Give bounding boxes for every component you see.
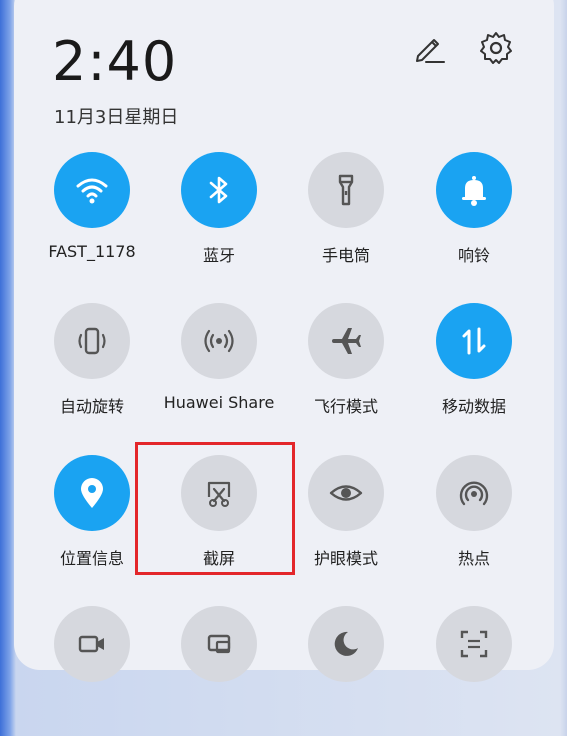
tile-hotspot[interactable]: 热点 (414, 455, 534, 585)
moon-icon (334, 631, 358, 656)
tile-label: FAST_1178 (48, 242, 136, 261)
airplane-icon (332, 328, 361, 354)
bluetooth-toggle[interactable] (181, 152, 257, 228)
location-icon (81, 478, 103, 508)
eye-comfort-toggle[interactable] (308, 455, 384, 531)
tile-label: 位置信息 (59, 549, 124, 568)
wifi-icon (76, 178, 108, 204)
tile-airplane-mode[interactable]: 飞行模式 (286, 303, 406, 433)
edit-icon[interactable] (410, 30, 446, 66)
flashlight-toggle[interactable] (308, 152, 384, 228)
flashlight-icon (338, 174, 354, 206)
tile-label: 热点 (457, 549, 490, 568)
tile-label: 自动旋转 (59, 397, 124, 416)
tile-label: 手电筒 (321, 246, 370, 265)
clock-time: 2:40 (52, 30, 178, 93)
partial-toggle[interactable] (308, 606, 384, 682)
tile-partial-cast[interactable] (159, 606, 279, 736)
location-toggle[interactable] (54, 455, 130, 531)
mobile-data-toggle[interactable] (436, 303, 512, 379)
tile-bluetooth[interactable]: 蓝牙 (159, 152, 279, 282)
tile-eye-comfort[interactable]: 护眼模式 (286, 455, 406, 585)
auto-rotate-toggle[interactable] (54, 303, 130, 379)
partial-toggle[interactable] (54, 606, 130, 682)
highlight-box (135, 442, 295, 575)
clock-date: 11月3日星期日 (54, 107, 179, 128)
video-camera-icon (78, 635, 104, 653)
bluetooth-icon (209, 176, 228, 204)
auto-rotate-icon (78, 327, 106, 355)
bell-icon (462, 176, 486, 206)
tile-flashlight[interactable]: 手电筒 (286, 152, 406, 282)
hotspot-icon (459, 481, 489, 506)
eye-comfort-icon (329, 485, 363, 501)
tile-auto-rotate[interactable]: 自动旋转 (32, 303, 152, 433)
tile-label: Huawei Share (163, 393, 275, 412)
partial-toggle[interactable] (181, 606, 257, 682)
huawei-share-toggle[interactable] (181, 303, 257, 379)
tile-partial-scan[interactable] (414, 606, 534, 736)
mobile-data-icon (462, 327, 486, 355)
hotspot-toggle[interactable] (436, 455, 512, 531)
tile-huawei-share[interactable]: Huawei Share (159, 303, 279, 433)
partial-toggle[interactable] (436, 606, 512, 682)
huawei-share-icon (204, 329, 234, 353)
screen-cast-icon (207, 634, 231, 654)
airplane-mode-toggle[interactable] (308, 303, 384, 379)
scan-icon (460, 630, 488, 658)
tile-label: 蓝牙 (202, 246, 235, 265)
tile-ringer[interactable]: 响铃 (414, 152, 534, 282)
tile-label: 响铃 (457, 246, 490, 265)
tile-wifi[interactable]: FAST_1178 (32, 152, 152, 282)
wifi-toggle[interactable] (54, 152, 130, 228)
tile-partial-video[interactable] (32, 606, 152, 736)
tile-location[interactable]: 位置信息 (32, 455, 152, 585)
tile-partial-dark[interactable] (286, 606, 406, 736)
tile-mobile-data[interactable]: 移动数据 (414, 303, 534, 433)
tile-label: 移动数据 (441, 397, 506, 416)
gear-icon[interactable] (478, 30, 514, 66)
tile-label: 护眼模式 (313, 549, 378, 568)
tile-label: 飞行模式 (313, 397, 378, 416)
ringer-toggle[interactable] (436, 152, 512, 228)
